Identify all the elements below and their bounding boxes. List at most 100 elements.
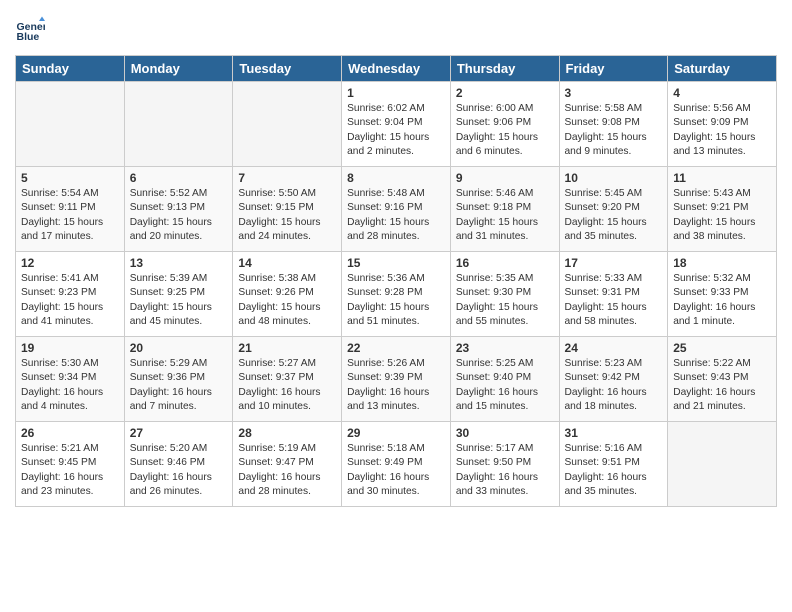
calendar-day-cell: 18Sunrise: 5:32 AM Sunset: 9:33 PM Dayli… xyxy=(668,252,777,337)
logo: General Blue xyxy=(15,15,49,45)
day-info: Sunrise: 5:18 AM Sunset: 9:49 PM Dayligh… xyxy=(347,442,445,499)
day-info: Sunrise: 5:26 AM Sunset: 9:39 PM Dayligh… xyxy=(347,357,445,414)
day-info: Sunrise: 5:54 AM Sunset: 9:11 PM Dayligh… xyxy=(21,187,119,244)
day-number: 1 xyxy=(347,86,445,100)
day-number: 25 xyxy=(673,341,771,355)
day-number: 10 xyxy=(565,171,663,185)
day-info: Sunrise: 5:20 AM Sunset: 9:46 PM Dayligh… xyxy=(130,442,228,499)
day-number: 31 xyxy=(565,426,663,440)
day-number: 11 xyxy=(673,171,771,185)
calendar-day-cell: 21 Sunrise: 5:27 AM Sunset: 9:37 PM Dayli… xyxy=(233,337,342,422)
calendar-day-cell: 17 Sunrise: 5:33 AM Sunset: 9:31 PM Dayli… xyxy=(559,252,668,337)
day-number: 23 xyxy=(456,341,554,355)
day-number: 8 xyxy=(347,171,445,185)
day-number: 14 xyxy=(238,256,336,270)
calendar-week-row: 1 Sunrise: 6:02 AM Sunset: 9:04 PM Daylig… xyxy=(16,82,777,167)
day-info: Sunrise: 5:33 AM Sunset: 9:31 PM Dayligh… xyxy=(565,272,663,329)
page-header: General Blue xyxy=(15,15,777,45)
logo-icon: General Blue xyxy=(15,15,45,45)
calendar-day-cell: 20 Sunrise: 5:29 AM Sunset: 9:36 PM Dayli… xyxy=(124,337,233,422)
day-number: 7 xyxy=(238,171,336,185)
day-info: Sunrise: 5:58 AM Sunset: 9:08 PM Dayligh… xyxy=(565,102,663,159)
day-number: 26 xyxy=(21,426,119,440)
calendar-day-cell: 5 Sunrise: 5:54 AM Sunset: 9:11 PM Daylig… xyxy=(16,167,125,252)
calendar-week-row: 5 Sunrise: 5:54 AM Sunset: 9:11 PM Daylig… xyxy=(16,167,777,252)
calendar-day-header: Wednesday xyxy=(342,56,451,82)
day-info: Sunrise: 5:36 AM Sunset: 9:28 PM Dayligh… xyxy=(347,272,445,329)
svg-text:Blue: Blue xyxy=(17,31,40,43)
day-info: Sunrise: 5:16 AM Sunset: 9:51 PM Dayligh… xyxy=(565,442,663,499)
day-number: 13 xyxy=(130,256,228,270)
calendar-day-cell: 7 Sunrise: 5:50 AM Sunset: 9:15 PM Daylig… xyxy=(233,167,342,252)
calendar-day-cell: 25Sunrise: 5:22 AM Sunset: 9:43 PM Dayli… xyxy=(668,337,777,422)
day-info: Sunrise: 5:25 AM Sunset: 9:40 PM Dayligh… xyxy=(456,357,554,414)
calendar-day-cell: 10 Sunrise: 5:45 AM Sunset: 9:20 PM Dayli… xyxy=(559,167,668,252)
calendar-week-row: 26 Sunrise: 5:21 AM Sunset: 9:45 PM Dayli… xyxy=(16,422,777,507)
day-number: 16 xyxy=(456,256,554,270)
day-number: 28 xyxy=(238,426,336,440)
day-info: Sunrise: 5:46 AM Sunset: 9:18 PM Dayligh… xyxy=(456,187,554,244)
day-info: Sunrise: 5:27 AM Sunset: 9:37 PM Dayligh… xyxy=(238,357,336,414)
calendar-day-header: Saturday xyxy=(668,56,777,82)
day-number: 20 xyxy=(130,341,228,355)
calendar-day-cell: 28 Sunrise: 5:19 AM Sunset: 9:47 PM Dayli… xyxy=(233,422,342,507)
day-number: 4 xyxy=(673,86,771,100)
day-info: Sunrise: 5:48 AM Sunset: 9:16 PM Dayligh… xyxy=(347,187,445,244)
day-info: Sunrise: 5:30 AM Sunset: 9:34 PM Dayligh… xyxy=(21,357,119,414)
day-number: 22 xyxy=(347,341,445,355)
day-info: Sunrise: 5:45 AM Sunset: 9:20 PM Dayligh… xyxy=(565,187,663,244)
calendar-day-cell: 26 Sunrise: 5:21 AM Sunset: 9:45 PM Dayli… xyxy=(16,422,125,507)
day-info: Sunrise: 5:43 AM Sunset: 9:21 PM Dayligh… xyxy=(673,187,771,244)
day-number: 17 xyxy=(565,256,663,270)
day-info: Sunrise: 5:23 AM Sunset: 9:42 PM Dayligh… xyxy=(565,357,663,414)
calendar-day-cell: 24 Sunrise: 5:23 AM Sunset: 9:42 PM Dayli… xyxy=(559,337,668,422)
day-info: Sunrise: 5:19 AM Sunset: 9:47 PM Dayligh… xyxy=(238,442,336,499)
calendar-day-cell: 3 Sunrise: 5:58 AM Sunset: 9:08 PM Daylig… xyxy=(559,82,668,167)
day-number: 5 xyxy=(21,171,119,185)
day-info: Sunrise: 5:39 AM Sunset: 9:25 PM Dayligh… xyxy=(130,272,228,329)
calendar-day-header: Sunday xyxy=(16,56,125,82)
day-number: 9 xyxy=(456,171,554,185)
day-info: Sunrise: 5:29 AM Sunset: 9:36 PM Dayligh… xyxy=(130,357,228,414)
day-info: Sunrise: 6:00 AM Sunset: 9:06 PM Dayligh… xyxy=(456,102,554,159)
calendar-day-cell xyxy=(668,422,777,507)
day-number: 29 xyxy=(347,426,445,440)
day-info: Sunrise: 6:02 AM Sunset: 9:04 PM Dayligh… xyxy=(347,102,445,159)
calendar-day-cell: 22 Sunrise: 5:26 AM Sunset: 9:39 PM Dayli… xyxy=(342,337,451,422)
day-info: Sunrise: 5:52 AM Sunset: 9:13 PM Dayligh… xyxy=(130,187,228,244)
calendar-body: 1 Sunrise: 6:02 AM Sunset: 9:04 PM Daylig… xyxy=(16,82,777,507)
calendar-day-cell xyxy=(124,82,233,167)
calendar-day-cell: 30 Sunrise: 5:17 AM Sunset: 9:50 PM Dayli… xyxy=(450,422,559,507)
calendar-day-cell: 19 Sunrise: 5:30 AM Sunset: 9:34 PM Dayli… xyxy=(16,337,125,422)
day-info: Sunrise: 5:17 AM Sunset: 9:50 PM Dayligh… xyxy=(456,442,554,499)
calendar-day-cell: 11 Sunrise: 5:43 AM Sunset: 9:21 PM Dayli… xyxy=(668,167,777,252)
day-info: Sunrise: 5:50 AM Sunset: 9:15 PM Dayligh… xyxy=(238,187,336,244)
day-number: 3 xyxy=(565,86,663,100)
day-number: 24 xyxy=(565,341,663,355)
day-info: Sunrise: 5:38 AM Sunset: 9:26 PM Dayligh… xyxy=(238,272,336,329)
day-number: 6 xyxy=(130,171,228,185)
calendar-day-cell: 29 Sunrise: 5:18 AM Sunset: 9:49 PM Dayli… xyxy=(342,422,451,507)
calendar-header-row: SundayMondayTuesdayWednesdayThursdayFrid… xyxy=(16,56,777,82)
calendar-day-cell: 27Sunrise: 5:20 AM Sunset: 9:46 PM Dayli… xyxy=(124,422,233,507)
day-number: 30 xyxy=(456,426,554,440)
calendar-day-cell: 6 Sunrise: 5:52 AM Sunset: 9:13 PM Daylig… xyxy=(124,167,233,252)
day-number: 12 xyxy=(21,256,119,270)
calendar-day-header: Tuesday xyxy=(233,56,342,82)
calendar-week-row: 19 Sunrise: 5:30 AM Sunset: 9:34 PM Dayli… xyxy=(16,337,777,422)
day-info: Sunrise: 5:32 AM Sunset: 9:33 PM Dayligh… xyxy=(673,272,771,329)
day-info: Sunrise: 5:21 AM Sunset: 9:45 PM Dayligh… xyxy=(21,442,119,499)
calendar-day-cell xyxy=(16,82,125,167)
day-info: Sunrise: 5:41 AM Sunset: 9:23 PM Dayligh… xyxy=(21,272,119,329)
calendar-day-cell: 4 Sunrise: 5:56 AM Sunset: 9:09 PM Daylig… xyxy=(668,82,777,167)
calendar-day-cell: 8 Sunrise: 5:48 AM Sunset: 9:16 PM Daylig… xyxy=(342,167,451,252)
day-info: Sunrise: 5:56 AM Sunset: 9:09 PM Dayligh… xyxy=(673,102,771,159)
day-info: Sunrise: 5:35 AM Sunset: 9:30 PM Dayligh… xyxy=(456,272,554,329)
calendar-day-cell xyxy=(233,82,342,167)
calendar-day-cell: 15Sunrise: 5:36 AM Sunset: 9:28 PM Dayli… xyxy=(342,252,451,337)
calendar-day-header: Monday xyxy=(124,56,233,82)
calendar-day-cell: 23 Sunrise: 5:25 AM Sunset: 9:40 PM Dayli… xyxy=(450,337,559,422)
calendar-day-cell: 12 Sunrise: 5:41 AM Sunset: 9:23 PM Dayli… xyxy=(16,252,125,337)
day-number: 19 xyxy=(21,341,119,355)
day-number: 21 xyxy=(238,341,336,355)
